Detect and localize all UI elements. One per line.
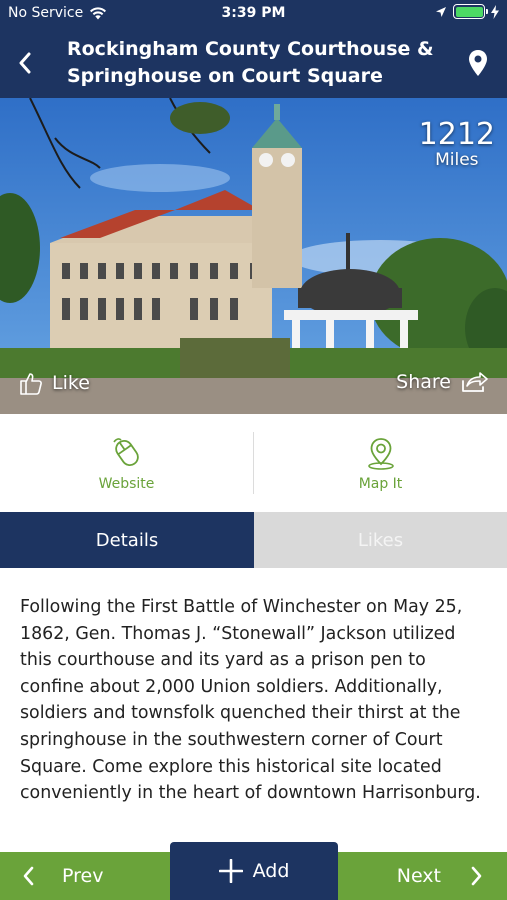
map-it-label: Map It: [358, 476, 403, 492]
tab-likes[interactable]: Likes: [254, 512, 507, 568]
action-row: Website Map It: [0, 414, 507, 512]
share-button[interactable]: Share: [396, 370, 489, 394]
tab-bar: Details Likes: [0, 512, 507, 568]
chevron-left-icon: [19, 52, 31, 74]
location-pin-icon: [367, 438, 394, 470]
distance-unit: Miles: [435, 150, 479, 170]
add-button[interactable]: Add: [170, 842, 338, 900]
website-label: Website: [98, 476, 155, 492]
app-header: No Service 3:39 PM Rockingham County Cou…: [0, 0, 507, 98]
back-button[interactable]: [12, 50, 38, 76]
share-label: Share: [396, 371, 451, 393]
charging-bolt-icon: [491, 4, 499, 19]
add-label: Add: [252, 860, 290, 882]
site-description: Following the First Battle of Winchester…: [20, 597, 481, 804]
battery-icon: [453, 4, 488, 19]
next-label: Next: [396, 865, 441, 887]
map-pin-icon: [469, 50, 487, 76]
status-bar: No Service 3:39 PM: [0, 0, 507, 28]
chevron-right-icon: [471, 866, 482, 886]
thumbs-up-icon: [20, 373, 42, 395]
location-arrow-icon: [436, 6, 446, 17]
chevron-left-icon: [23, 866, 34, 886]
share-icon: [462, 372, 488, 392]
hero-photo: 1212 Miles Like Share: [0, 98, 507, 414]
prev-label: Prev: [62, 865, 104, 887]
mouse-icon: [112, 438, 139, 466]
like-button[interactable]: Like: [18, 370, 90, 396]
next-button[interactable]: Next: [397, 852, 483, 900]
map-pin-button[interactable]: [467, 49, 489, 77]
website-button[interactable]: Website: [0, 414, 253, 512]
distance-badge: 1212 Miles: [418, 117, 495, 171]
tab-details[interactable]: Details: [0, 512, 254, 568]
distance-value: 1212: [418, 117, 495, 152]
like-label: Like: [52, 372, 90, 394]
status-time: 3:39 PM: [221, 5, 286, 21]
status-right: [435, 4, 499, 19]
page-title: Rockingham County Courthouse & Springhou…: [67, 38, 434, 87]
plus-icon: [218, 859, 243, 883]
map-it-button[interactable]: Map It: [254, 414, 507, 512]
prev-button[interactable]: Prev: [22, 852, 103, 900]
